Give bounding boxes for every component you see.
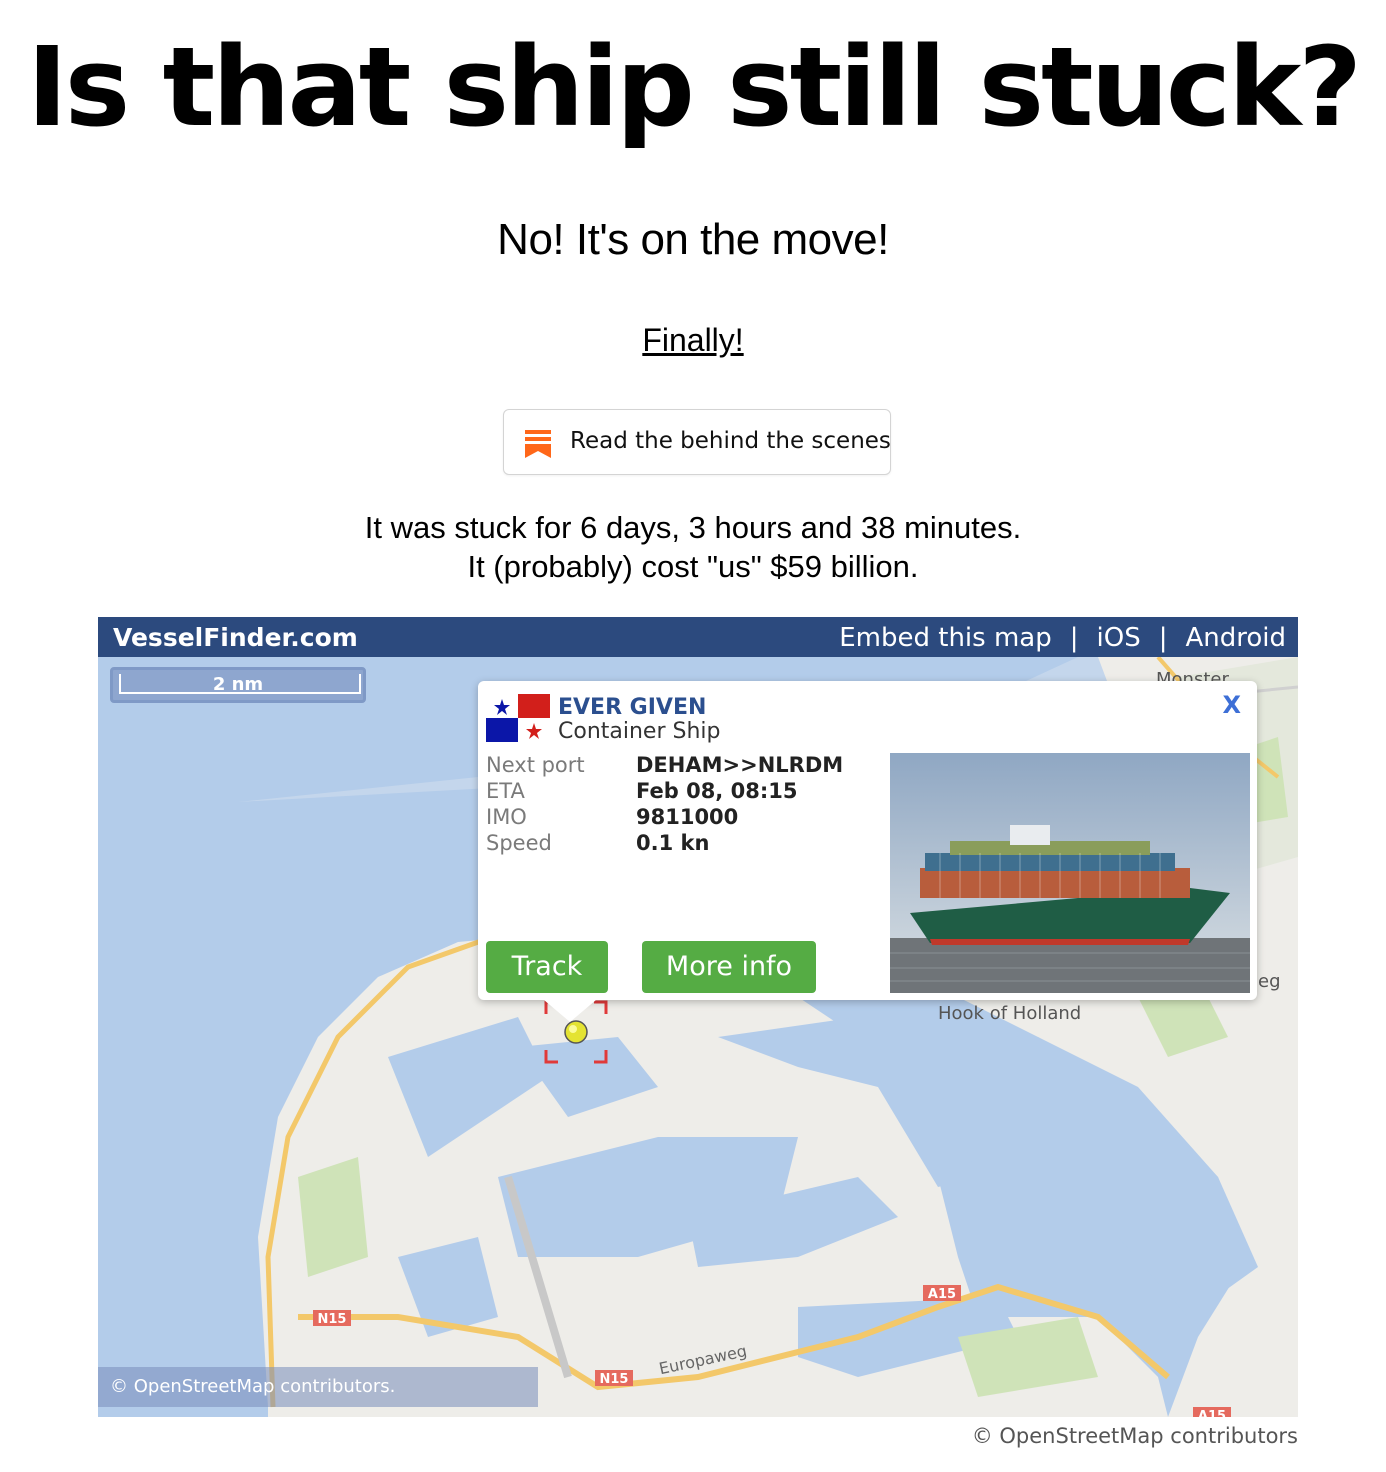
- detail-row-speed: Speed 0.1 kn: [486, 831, 866, 857]
- embed-map-link[interactable]: Embed this map: [839, 623, 1052, 653]
- osm-attribution[interactable]: © OpenStreetMap contributors: [972, 1424, 1298, 1448]
- place-label-hook-of-holland: Hook of Holland: [938, 1003, 1082, 1024]
- map-attribution[interactable]: © OpenStreetMap contributors.: [98, 1367, 538, 1407]
- stuck-duration: It was stuck for 6 days, 3 hours and 38 …: [364, 510, 1022, 545]
- finally-link[interactable]: Finally!: [642, 322, 743, 358]
- detail-value: Feb 08, 08:15: [636, 779, 798, 803]
- detail-label: ETA: [486, 779, 525, 803]
- road-shield-a15-b: A15: [1198, 1409, 1226, 1417]
- detail-row-eta: ETA Feb 08, 08:15: [486, 779, 866, 805]
- popup-pointer: [544, 1000, 596, 1022]
- road-shield-n15-b: N15: [600, 1372, 629, 1387]
- panama-flag-icon: [486, 694, 550, 742]
- detail-value: 0.1 kn: [636, 831, 710, 855]
- detail-label: IMO: [486, 805, 527, 829]
- status-subtitle: No! It's on the move!: [497, 215, 889, 264]
- detail-value: 9811000: [636, 805, 739, 829]
- scale-label: 2 nm: [212, 674, 264, 695]
- track-button[interactable]: Track: [486, 941, 608, 993]
- stuck-summary: It was stuck for 6 days, 3 hours and 38 …: [0, 508, 1386, 586]
- substack-bookmark-icon: [525, 430, 551, 458]
- page-title: Is that ship still stuck?: [26, 23, 1362, 151]
- cost-estimate: It (probably) cost "us" $59 billion.: [467, 549, 919, 584]
- more-info-button[interactable]: More info: [642, 941, 816, 993]
- vessel-type: Container Ship: [558, 719, 721, 744]
- ios-link[interactable]: iOS: [1097, 623, 1141, 653]
- road-shield-n15: N15: [318, 1312, 347, 1327]
- behind-the-scenes-label: Read the behind the scenes: [570, 428, 891, 454]
- vessel-photo[interactable]: [890, 753, 1250, 993]
- link-separator: |: [1158, 623, 1168, 653]
- detail-label: Next port: [486, 753, 585, 777]
- road-shield-a15: A15: [928, 1287, 956, 1302]
- map-scale: 2 nm: [110, 667, 366, 703]
- vessel-details: Next port DEHAM>>NLRDM ETA Feb 08, 08:15…: [486, 753, 866, 857]
- link-separator: |: [1069, 623, 1079, 653]
- detail-label: Speed: [486, 831, 552, 855]
- place-label-fragment: eg: [1258, 971, 1281, 992]
- android-link[interactable]: Android: [1185, 623, 1286, 653]
- vessel-map[interactable]: N15 N15 A15 A15 Europaweg Hook of Hollan…: [98, 617, 1298, 1417]
- vessel-name[interactable]: EVER GIVEN: [558, 695, 706, 720]
- vesselfinder-brand[interactable]: VesselFinder.com: [113, 623, 358, 652]
- vessel-popup: EVER GIVEN Container Ship X Next port DE…: [478, 681, 1257, 1022]
- vesselfinder-header: VesselFinder.com Embed this map | iOS | Andr…: [98, 617, 1298, 657]
- detail-value: DEHAM>>NLRDM: [636, 753, 844, 777]
- detail-row-imo: IMO 9811000: [486, 805, 866, 831]
- behind-the-scenes-button[interactable]: Read the behind the scenes: [503, 409, 891, 475]
- header-links: Embed this map | iOS | Android: [839, 623, 1286, 653]
- close-popup-button[interactable]: X: [1222, 691, 1241, 719]
- finally-link-wrap: Finally!: [0, 322, 1386, 359]
- detail-row-next-port: Next port DEHAM>>NLRDM: [486, 753, 866, 779]
